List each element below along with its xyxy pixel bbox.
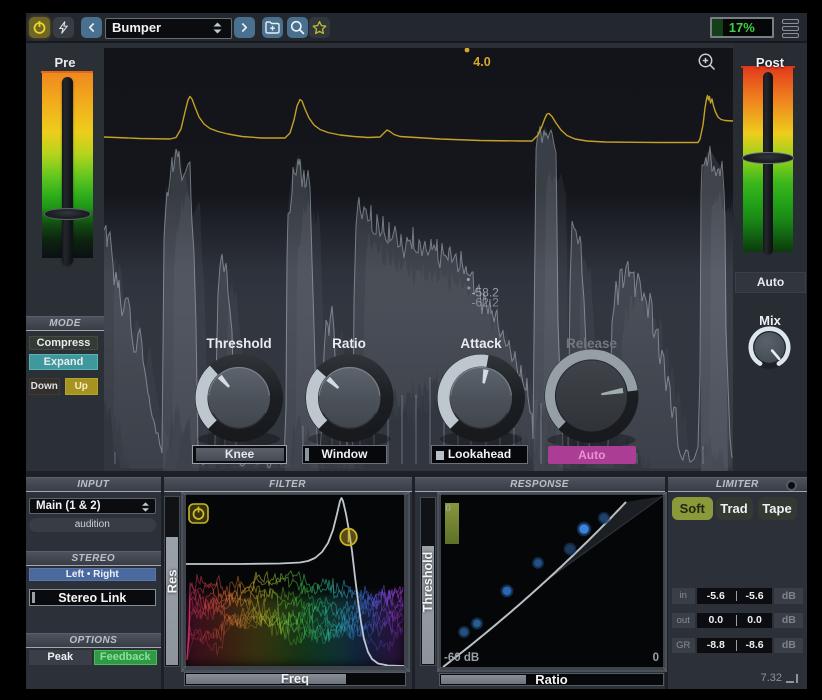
- svg-text:Ratio: Ratio: [332, 336, 366, 351]
- svg-text:0: 0: [446, 503, 451, 514]
- svg-text:-62.2: -62.2: [472, 296, 500, 310]
- svg-text:Attack: Attack: [460, 336, 502, 351]
- svg-text:-60 dB: -60 dB: [444, 652, 479, 664]
- svg-text:4.0: 4.0: [473, 55, 490, 69]
- svg-text:0: 0: [653, 652, 659, 664]
- svg-text:Release: Release: [566, 336, 618, 351]
- svg-text:Threshold: Threshold: [206, 336, 271, 351]
